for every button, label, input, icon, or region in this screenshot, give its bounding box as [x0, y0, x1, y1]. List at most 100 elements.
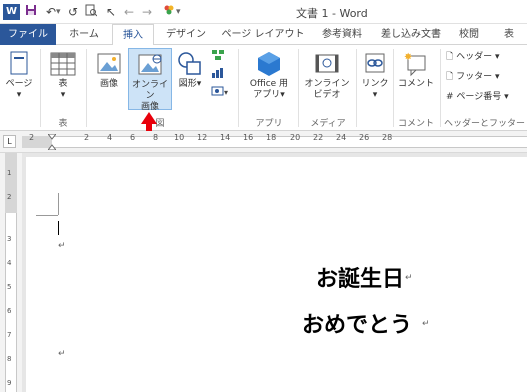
tab-file[interactable]: ファイル	[0, 24, 56, 45]
online-video-icon	[315, 54, 339, 73]
page-number-icon: #	[446, 92, 454, 102]
vertical-ruler-top-margin	[5, 153, 17, 213]
footer-icon: 🗋	[446, 72, 454, 82]
office-apps-button[interactable]: Office 用 アプリ▾	[244, 51, 294, 101]
footer-button[interactable]: 🗋 フッター ▾	[446, 71, 500, 83]
group-divider	[238, 49, 239, 127]
vruler-number: 5	[7, 283, 12, 291]
ruler-number: 6	[130, 133, 136, 142]
ruler-number: 18	[266, 133, 277, 142]
dropdown-arrow-icon: ▾	[495, 72, 500, 82]
footer-label: フッター	[456, 72, 493, 82]
redo-icon[interactable]: ↺	[66, 4, 80, 20]
dropdown-arrow-icon: ▾	[280, 90, 285, 100]
header-label: ヘッダー	[456, 52, 493, 62]
tab-selector[interactable]: L	[3, 135, 16, 148]
document-line-1[interactable]: お誕生日	[316, 261, 404, 293]
group-divider	[356, 49, 357, 127]
color-palette-icon[interactable]	[162, 4, 176, 20]
ruler-number: 28	[382, 133, 393, 142]
group-label-media: メディア	[310, 119, 346, 129]
ruler-number: 4	[107, 133, 113, 142]
indent-marker-icon[interactable]	[46, 133, 58, 151]
table-button[interactable]: 表 ▾	[46, 51, 80, 101]
tab-design[interactable]: デザイン	[160, 24, 212, 45]
pages-button[interactable]: ページ ▾	[2, 51, 36, 101]
comment-label: コメント	[397, 79, 434, 89]
new-comment-icon: ✸	[404, 52, 426, 77]
tab-view[interactable]: 表	[494, 24, 524, 45]
group-label-table: 表	[58, 119, 68, 129]
tab-references[interactable]: 参考資料	[314, 24, 370, 45]
links-label: リンク	[361, 79, 389, 89]
links-button[interactable]: リンク▾	[360, 51, 390, 101]
comment-button[interactable]: ✸ コメント	[396, 51, 436, 90]
dropdown-arrow-icon: ▾	[504, 92, 509, 102]
tab-mailings[interactable]: 差し込み文書	[376, 24, 446, 45]
paragraph-mark: ↵	[58, 349, 66, 359]
picture-icon	[97, 53, 121, 74]
horizontal-ruler[interactable]: L 2 2 4 6 8 10 12 14 16 18 20 22 24 26 2…	[0, 131, 527, 153]
picture-button[interactable]: 画像	[92, 51, 126, 90]
word-logo-icon: W	[3, 4, 20, 20]
svg-text:▾: ▾	[224, 88, 228, 97]
paragraph-mark: ↵	[58, 241, 66, 251]
vruler-number: 6	[7, 307, 12, 315]
chart-icon[interactable]	[211, 67, 225, 83]
dropdown-arrow-icon: ▾	[495, 52, 500, 62]
margin-corner-mark	[36, 215, 58, 216]
document-line-2[interactable]: おめでとう	[302, 307, 412, 339]
screenshot-icon[interactable]: ▾	[211, 85, 229, 101]
group-divider	[86, 49, 87, 127]
tab-page-layout[interactable]: ページ レイアウト	[216, 24, 310, 45]
dropdown-arrow-icon: ▾	[372, 90, 378, 100]
print-preview-icon[interactable]	[84, 4, 98, 20]
dropdown-arrow-icon: ▾	[196, 79, 202, 89]
link-icon	[365, 53, 385, 73]
document-canvas: ↵ お誕生日 ↵ おめでとう ↵ ↵	[22, 153, 527, 392]
ruler-number: 26	[359, 133, 370, 142]
shapes-button[interactable]: 図形▾	[174, 51, 206, 90]
ruler-number: 12	[197, 133, 208, 142]
paragraph-mark: ↵	[405, 273, 413, 283]
tab-insert[interactable]: 挿入	[112, 24, 154, 46]
save-icon[interactable]	[24, 4, 38, 20]
ribbon: ページ ▾ 表 ▾ 表 画像 オンライン 画像 図形▾ ▾ 図 Office 用…	[0, 45, 527, 131]
ruler-number: 22	[313, 133, 324, 142]
back-icon[interactable]: ←	[122, 4, 136, 20]
undo-dropdown-icon[interactable]: ▾	[56, 4, 61, 20]
dropdown-arrow-icon: ▾	[60, 90, 66, 100]
ruler-number: 20	[290, 133, 301, 142]
ruler-number: 24	[336, 133, 347, 142]
page-number-button[interactable]: # ページ番号 ▾	[446, 91, 509, 103]
group-label-header-footer: ヘッダーとフッター	[443, 119, 525, 129]
pages-label: ページ	[5, 79, 33, 89]
tab-home[interactable]: ホーム	[60, 24, 108, 45]
header-button[interactable]: 🗋 ヘッダー ▾	[446, 51, 500, 63]
window-title: 文書 1 - Word	[296, 7, 368, 20]
table-label: 表	[58, 79, 68, 89]
online-video-button[interactable]: オンライン ビデオ	[302, 51, 352, 101]
online-picture-label-1: オンライン	[131, 80, 168, 101]
group-divider	[440, 49, 441, 127]
vruler-number: 2	[7, 193, 12, 201]
page-icon	[10, 51, 28, 75]
paragraph-mark: ↵	[422, 319, 430, 329]
document-page[interactable]: ↵ お誕生日 ↵ おめでとう ↵ ↵	[26, 157, 527, 392]
ruler-number: 16	[243, 133, 254, 142]
online-video-label-1: オンライン	[304, 79, 350, 89]
office-apps-label-2: アプリ	[253, 90, 281, 100]
online-picture-icon	[138, 54, 162, 75]
margin-corner-mark	[58, 193, 59, 215]
customize-quick-access-icon[interactable]: ▾	[176, 4, 181, 20]
text-cursor	[58, 221, 59, 235]
group-divider	[298, 49, 299, 127]
tab-review[interactable]: 校閲	[450, 24, 488, 45]
forward-icon[interactable]: →	[140, 4, 154, 20]
vruler-number: 3	[7, 235, 12, 243]
vertical-ruler[interactable]: 1 2 3 4 5 6 7 8 9	[0, 153, 22, 392]
ruler-number: 8	[153, 133, 159, 142]
smartart-icon[interactable]	[211, 49, 225, 65]
pointer-icon[interactable]: ↖	[104, 4, 118, 20]
online-picture-button[interactable]: オンライン 画像	[128, 48, 172, 112]
